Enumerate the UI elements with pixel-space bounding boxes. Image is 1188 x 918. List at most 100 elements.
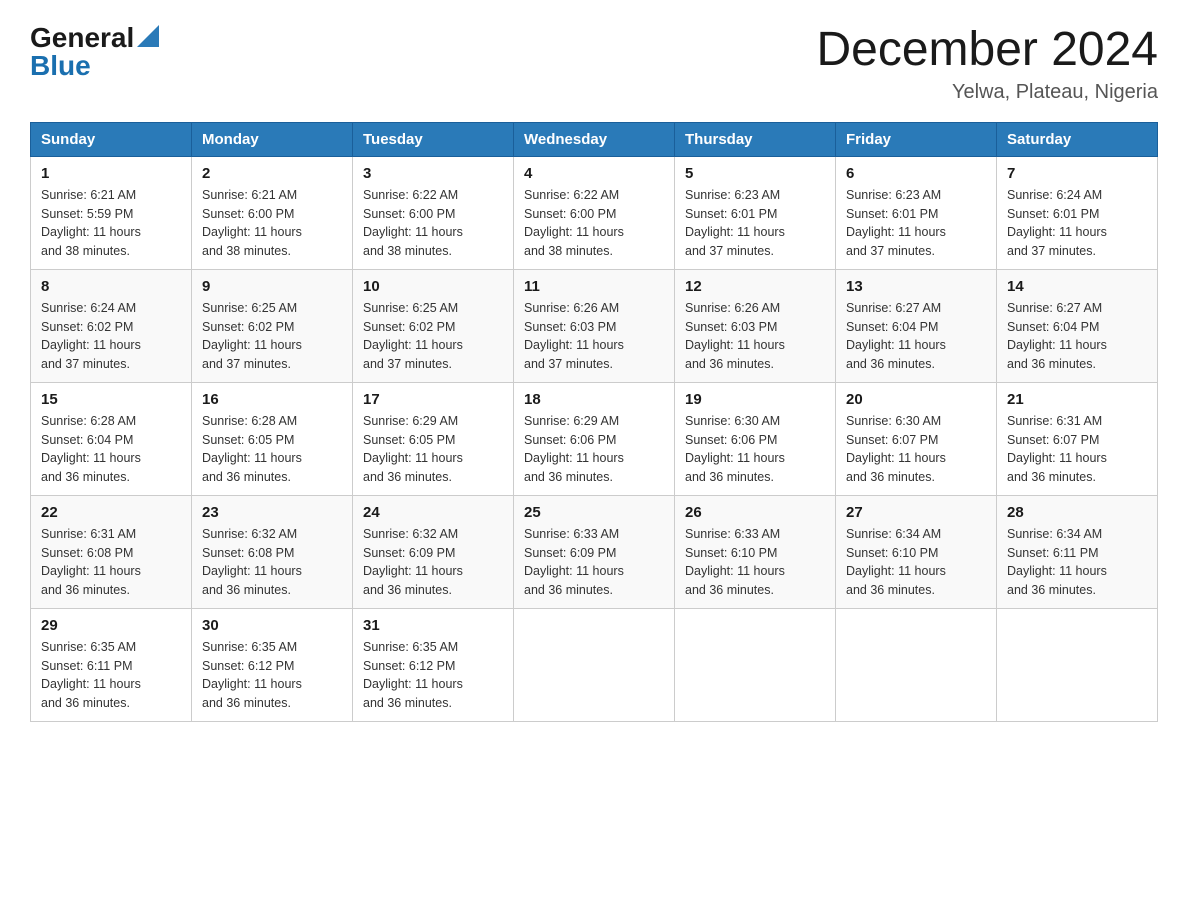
week-row-4: 22 Sunrise: 6:31 AMSunset: 6:08 PMDaylig… [31, 495, 1158, 608]
day-info: Sunrise: 6:32 AMSunset: 6:09 PMDaylight:… [363, 527, 463, 597]
day-number: 6 [846, 165, 986, 182]
day-number: 19 [685, 391, 825, 408]
week-row-5: 29 Sunrise: 6:35 AMSunset: 6:11 PMDaylig… [31, 608, 1158, 721]
day-cell: 1 Sunrise: 6:21 AMSunset: 5:59 PMDayligh… [31, 156, 192, 269]
day-info: Sunrise: 6:34 AMSunset: 6:10 PMDaylight:… [846, 527, 946, 597]
day-cell: 20 Sunrise: 6:30 AMSunset: 6:07 PMDaylig… [836, 382, 997, 495]
day-info: Sunrise: 6:33 AMSunset: 6:09 PMDaylight:… [524, 527, 624, 597]
day-number: 17 [363, 391, 503, 408]
day-info: Sunrise: 6:24 AMSunset: 6:02 PMDaylight:… [41, 301, 141, 371]
day-info: Sunrise: 6:32 AMSunset: 6:08 PMDaylight:… [202, 527, 302, 597]
day-number: 25 [524, 504, 664, 521]
week-row-3: 15 Sunrise: 6:28 AMSunset: 6:04 PMDaylig… [31, 382, 1158, 495]
day-cell: 12 Sunrise: 6:26 AMSunset: 6:03 PMDaylig… [675, 269, 836, 382]
day-number: 29 [41, 617, 181, 634]
day-number: 10 [363, 278, 503, 295]
day-info: Sunrise: 6:25 AMSunset: 6:02 PMDaylight:… [363, 301, 463, 371]
week-row-2: 8 Sunrise: 6:24 AMSunset: 6:02 PMDayligh… [31, 269, 1158, 382]
day-number: 15 [41, 391, 181, 408]
day-info: Sunrise: 6:35 AMSunset: 6:11 PMDaylight:… [41, 640, 141, 710]
day-info: Sunrise: 6:27 AMSunset: 6:04 PMDaylight:… [1007, 301, 1107, 371]
day-number: 9 [202, 278, 342, 295]
day-number: 16 [202, 391, 342, 408]
day-info: Sunrise: 6:26 AMSunset: 6:03 PMDaylight:… [685, 301, 785, 371]
day-cell: 3 Sunrise: 6:22 AMSunset: 6:00 PMDayligh… [353, 156, 514, 269]
day-cell: 29 Sunrise: 6:35 AMSunset: 6:11 PMDaylig… [31, 608, 192, 721]
day-cell: 21 Sunrise: 6:31 AMSunset: 6:07 PMDaylig… [997, 382, 1158, 495]
day-info: Sunrise: 6:34 AMSunset: 6:11 PMDaylight:… [1007, 527, 1107, 597]
day-number: 12 [685, 278, 825, 295]
day-cell [836, 608, 997, 721]
day-cell: 10 Sunrise: 6:25 AMSunset: 6:02 PMDaylig… [353, 269, 514, 382]
day-cell: 27 Sunrise: 6:34 AMSunset: 6:10 PMDaylig… [836, 495, 997, 608]
header: General Blue December 2024 Yelwa, Platea… [30, 24, 1158, 104]
weekday-header-row: Sunday Monday Tuesday Wednesday Thursday… [31, 122, 1158, 156]
day-cell: 13 Sunrise: 6:27 AMSunset: 6:04 PMDaylig… [836, 269, 997, 382]
day-number: 13 [846, 278, 986, 295]
day-number: 4 [524, 165, 664, 182]
logo-blue: Blue [30, 50, 91, 81]
day-cell: 28 Sunrise: 6:34 AMSunset: 6:11 PMDaylig… [997, 495, 1158, 608]
day-cell: 4 Sunrise: 6:22 AMSunset: 6:00 PMDayligh… [514, 156, 675, 269]
day-number: 26 [685, 504, 825, 521]
day-info: Sunrise: 6:27 AMSunset: 6:04 PMDaylight:… [846, 301, 946, 371]
day-cell: 6 Sunrise: 6:23 AMSunset: 6:01 PMDayligh… [836, 156, 997, 269]
day-cell: 23 Sunrise: 6:32 AMSunset: 6:08 PMDaylig… [192, 495, 353, 608]
day-info: Sunrise: 6:31 AMSunset: 6:07 PMDaylight:… [1007, 414, 1107, 484]
day-info: Sunrise: 6:28 AMSunset: 6:05 PMDaylight:… [202, 414, 302, 484]
day-cell [997, 608, 1158, 721]
day-info: Sunrise: 6:31 AMSunset: 6:08 PMDaylight:… [41, 527, 141, 597]
day-cell: 14 Sunrise: 6:27 AMSunset: 6:04 PMDaylig… [997, 269, 1158, 382]
day-number: 1 [41, 165, 181, 182]
title-area: December 2024 Yelwa, Plateau, Nigeria [816, 24, 1158, 104]
day-number: 31 [363, 617, 503, 634]
day-number: 24 [363, 504, 503, 521]
day-number: 7 [1007, 165, 1147, 182]
day-number: 30 [202, 617, 342, 634]
logo-triangle-icon [137, 25, 159, 47]
logo: General Blue [30, 24, 159, 80]
month-title: December 2024 [816, 24, 1158, 77]
day-number: 2 [202, 165, 342, 182]
week-row-1: 1 Sunrise: 6:21 AMSunset: 5:59 PMDayligh… [31, 156, 1158, 269]
day-number: 22 [41, 504, 181, 521]
day-cell: 19 Sunrise: 6:30 AMSunset: 6:06 PMDaylig… [675, 382, 836, 495]
day-info: Sunrise: 6:30 AMSunset: 6:07 PMDaylight:… [846, 414, 946, 484]
day-cell: 18 Sunrise: 6:29 AMSunset: 6:06 PMDaylig… [514, 382, 675, 495]
day-info: Sunrise: 6:21 AMSunset: 5:59 PMDaylight:… [41, 188, 141, 258]
day-info: Sunrise: 6:25 AMSunset: 6:02 PMDaylight:… [202, 301, 302, 371]
day-info: Sunrise: 6:22 AMSunset: 6:00 PMDaylight:… [363, 188, 463, 258]
day-cell: 25 Sunrise: 6:33 AMSunset: 6:09 PMDaylig… [514, 495, 675, 608]
day-number: 11 [524, 278, 664, 295]
day-cell: 5 Sunrise: 6:23 AMSunset: 6:01 PMDayligh… [675, 156, 836, 269]
header-tuesday: Tuesday [353, 122, 514, 156]
header-sunday: Sunday [31, 122, 192, 156]
day-cell [675, 608, 836, 721]
day-cell: 17 Sunrise: 6:29 AMSunset: 6:05 PMDaylig… [353, 382, 514, 495]
day-info: Sunrise: 6:21 AMSunset: 6:00 PMDaylight:… [202, 188, 302, 258]
day-number: 8 [41, 278, 181, 295]
day-info: Sunrise: 6:28 AMSunset: 6:04 PMDaylight:… [41, 414, 141, 484]
day-info: Sunrise: 6:33 AMSunset: 6:10 PMDaylight:… [685, 527, 785, 597]
day-info: Sunrise: 6:29 AMSunset: 6:05 PMDaylight:… [363, 414, 463, 484]
day-cell: 2 Sunrise: 6:21 AMSunset: 6:00 PMDayligh… [192, 156, 353, 269]
day-number: 27 [846, 504, 986, 521]
location-title: Yelwa, Plateau, Nigeria [816, 81, 1158, 104]
day-info: Sunrise: 6:35 AMSunset: 6:12 PMDaylight:… [202, 640, 302, 710]
header-monday: Monday [192, 122, 353, 156]
day-info: Sunrise: 6:35 AMSunset: 6:12 PMDaylight:… [363, 640, 463, 710]
day-number: 21 [1007, 391, 1147, 408]
day-cell: 30 Sunrise: 6:35 AMSunset: 6:12 PMDaylig… [192, 608, 353, 721]
day-cell: 15 Sunrise: 6:28 AMSunset: 6:04 PMDaylig… [31, 382, 192, 495]
day-cell: 31 Sunrise: 6:35 AMSunset: 6:12 PMDaylig… [353, 608, 514, 721]
day-cell [514, 608, 675, 721]
day-cell: 16 Sunrise: 6:28 AMSunset: 6:05 PMDaylig… [192, 382, 353, 495]
day-number: 18 [524, 391, 664, 408]
header-thursday: Thursday [675, 122, 836, 156]
day-info: Sunrise: 6:22 AMSunset: 6:00 PMDaylight:… [524, 188, 624, 258]
day-info: Sunrise: 6:29 AMSunset: 6:06 PMDaylight:… [524, 414, 624, 484]
day-cell: 24 Sunrise: 6:32 AMSunset: 6:09 PMDaylig… [353, 495, 514, 608]
calendar-table: Sunday Monday Tuesday Wednesday Thursday… [30, 122, 1158, 722]
day-cell: 11 Sunrise: 6:26 AMSunset: 6:03 PMDaylig… [514, 269, 675, 382]
day-number: 5 [685, 165, 825, 182]
